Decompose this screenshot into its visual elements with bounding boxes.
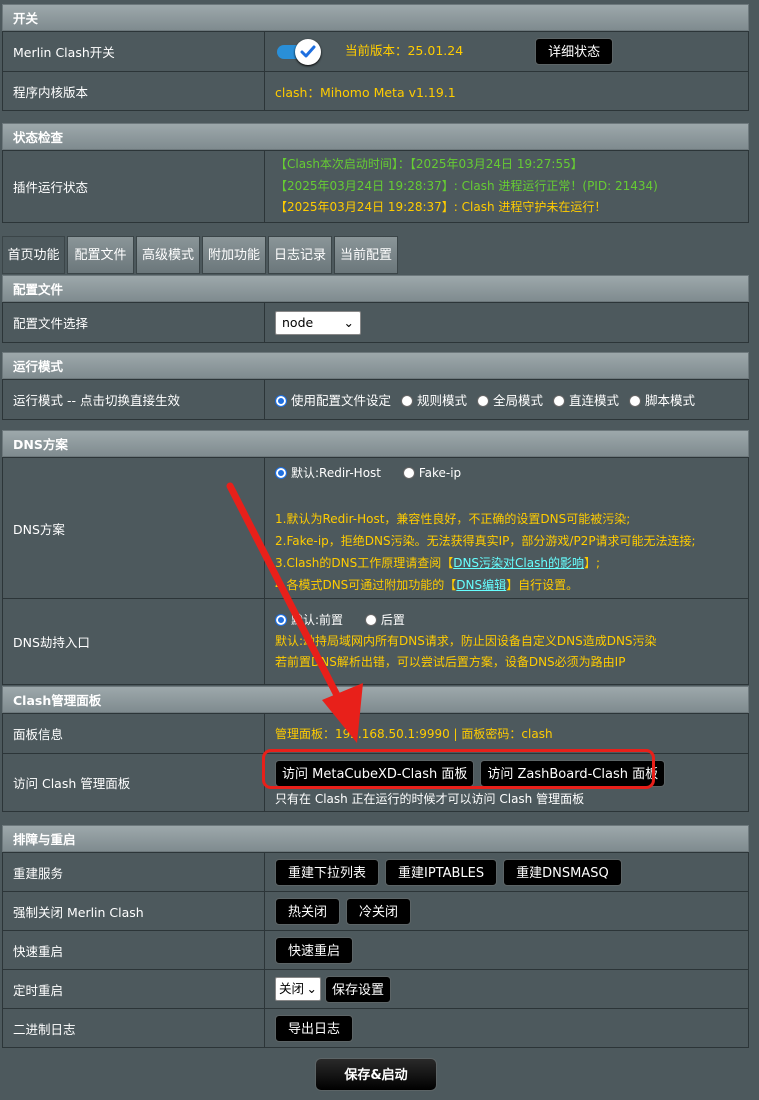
config-panel: 配置文件 配置文件选择 node ⌄ [2, 275, 749, 343]
tab-addons[interactable]: 附加功能 [202, 236, 266, 274]
mode-radio-script[interactable]: 脚本模式 [629, 393, 695, 408]
troubleshoot-panel: 排障与重启 重建服务 重建下拉列表 重建IPTABLES 重建DNSMASQ 强… [2, 825, 749, 1048]
hot-close-button[interactable]: 热关闭 [275, 897, 341, 925]
cold-close-button[interactable]: 冷关闭 [346, 897, 412, 925]
export-log-button[interactable]: 导出日志 [275, 1014, 354, 1042]
tab-advanced[interactable]: 高级模式 [136, 236, 200, 274]
mode-label: 运行模式 -- 点击切换直接生效 [2, 379, 265, 420]
hijack-radio-front[interactable]: 默认:前置 [275, 613, 343, 627]
status-line-running: 【2025年03月24日 19:28:37】: Clash 进程运行正常！(PI… [275, 178, 658, 193]
status-line-start-time: 【Clash本次启动时间】：【2025年03月24日 19:27:55】 [275, 157, 583, 172]
merlin-switch-label: Merlin Clash开关 [2, 31, 265, 72]
mode-panel: 运行模式 运行模式 -- 点击切换直接生效 使用配置文件设定 规则模式 全局模式… [2, 352, 749, 420]
status-section-title: 状态检查 [2, 123, 749, 150]
quick-restart-button[interactable]: 快速重启 [275, 936, 354, 964]
rebuild-service-label: 重建服务 [2, 852, 265, 892]
core-version-label: 程序内核版本 [2, 71, 265, 111]
tab-logs[interactable]: 日志记录 [268, 236, 332, 274]
core-version-value: clash：Mihomo Meta v1.19.1 [264, 71, 749, 111]
config-select-label: 配置文件选择 [2, 302, 265, 343]
plugin-status-label: 插件运行状态 [2, 150, 265, 223]
mode-section-title: 运行模式 [2, 352, 749, 379]
tab-home[interactable]: 首页功能 [2, 236, 65, 274]
switch-panel: 开关 Merlin Clash开关 当前版本：25.01.24 详细状态 程序内… [2, 4, 749, 111]
rebuild-dnsmasq-button[interactable]: 重建DNSMASQ [503, 858, 622, 886]
chevron-down-icon: ⌄ [306, 980, 317, 996]
annotation-highlight-box [262, 749, 655, 789]
status-line-guard: 【2025年03月24日 19:28:37】: Clash 进程守护未在运行！ [275, 200, 607, 215]
detail-status-button[interactable]: 详细状态 [535, 38, 614, 65]
dns-edit-link[interactable]: DNS编辑 [456, 578, 506, 592]
save-timed-settings-button[interactable]: 保存设置 [324, 975, 391, 1003]
dashboard-info-label: 面板信息 [2, 713, 265, 754]
force-close-label: 强制关闭 Merlin Clash [2, 891, 265, 931]
status-panel: 状态检查 插件运行状态 【Clash本次启动时间】：【2025年03月24日 1… [2, 123, 749, 223]
dns-radio-fake-ip[interactable]: Fake-ip [402, 466, 461, 480]
hijack-note-2: 若前置DNS解析出错，可以尝试后置方案，设备DNS必须为路由IP [275, 655, 626, 669]
chevron-down-icon: ⌄ [343, 314, 354, 330]
dns-panel: DNS方案 DNS方案 默认:Redir-Host Fake-ip 1.默认为R… [2, 430, 749, 685]
check-icon [295, 38, 321, 65]
mode-radio-rule[interactable]: 规则模式 [401, 393, 467, 408]
current-version: 当前版本：25.01.24 [344, 43, 464, 58]
dashboard-access-label: 访问 Clash 管理面板 [2, 753, 265, 812]
mode-radio-direct[interactable]: 直连模式 [553, 393, 619, 408]
dns-section-title: DNS方案 [2, 430, 749, 457]
timed-restart-label: 定时重启 [2, 969, 265, 1009]
dashboard-section-title: Clash管理面板 [2, 686, 749, 713]
mode-radio-config[interactable]: 使用配置文件设定 [275, 393, 391, 408]
rebuild-iptables-button[interactable]: 重建IPTABLES [385, 858, 498, 886]
dns-note-2: 2.Fake-ip，拒绝DNS污染。无法获得真实IP，部分游戏/P2P请求可能无… [275, 534, 696, 548]
dashboard-access-note: 只有在 Clash 正在运行的时候才可以访问 Clash 管理面板 [275, 791, 585, 806]
rebuild-dropdown-button[interactable]: 重建下拉列表 [275, 858, 380, 886]
hijack-radio-back[interactable]: 后置 [364, 613, 405, 627]
tab-config-file[interactable]: 配置文件 [67, 236, 134, 274]
timed-restart-selected: 关闭 [279, 980, 305, 996]
config-section-title: 配置文件 [2, 275, 749, 302]
dashboard-info-value: 管理面板：192.168.50.1:9990 | 面板密码：clash [264, 713, 749, 754]
dns-hijack-label: DNS劫持入口 [2, 598, 265, 685]
config-file-select[interactable]: node ⌄ [275, 310, 361, 335]
troubleshoot-section-title: 排障与重启 [2, 825, 749, 852]
dns-scheme-label: DNS方案 [2, 457, 265, 599]
merlin-clash-toggle[interactable] [275, 38, 323, 65]
tab-current-config[interactable]: 当前配置 [334, 236, 398, 274]
config-file-selected: node [282, 314, 314, 330]
timed-restart-select[interactable]: 关闭 ⌄ [275, 976, 321, 1001]
binary-log-label: 二进制日志 [2, 1008, 265, 1048]
dns-note-3: 3.Clash的DNS工作原理请查阅【DNS污染对Clash的影响】; [275, 556, 601, 570]
dns-note-4: 4.各模式DNS可通过附加功能的【DNS编辑】自行设置。 [275, 578, 579, 592]
save-and-start-button[interactable]: 保存&启动 [315, 1058, 437, 1091]
dns-pollution-link[interactable]: DNS污染对Clash的影响 [453, 556, 584, 570]
switch-section-title: 开关 [2, 4, 749, 31]
dns-note-1: 1.默认为Redir-Host，兼容性良好，不正确的设置DNS可能被污染; [275, 512, 631, 526]
quick-restart-label: 快速重启 [2, 930, 265, 970]
dns-radio-redir-host[interactable]: 默认:Redir-Host [275, 466, 381, 480]
hijack-note-1: 默认:劫持局域网内所有DNS请求，防止因设备自定义DNS造成DNS污染 [275, 634, 657, 648]
mode-radio-global[interactable]: 全局模式 [477, 393, 543, 408]
